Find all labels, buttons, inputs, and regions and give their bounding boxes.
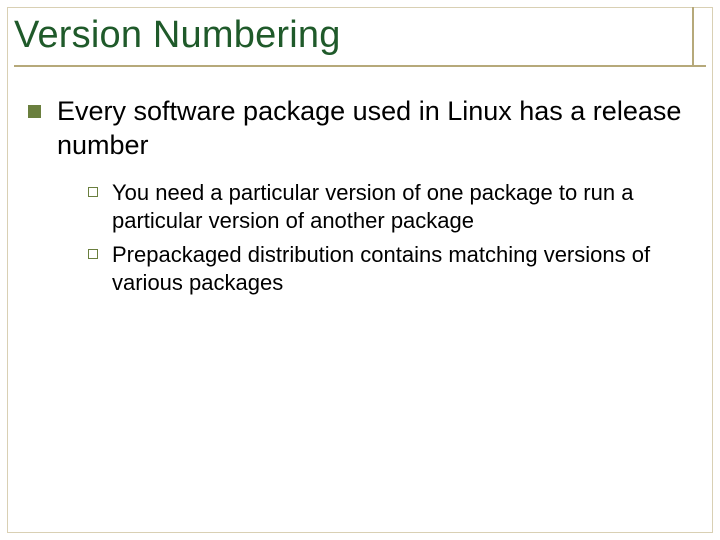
bullet-level2: You need a particular version of one pac…: [88, 179, 686, 235]
hollow-square-bullet-icon: [88, 249, 98, 259]
accent-line-horizontal: [14, 65, 706, 67]
bullet-level1: Every software package used in Linux has…: [28, 95, 686, 163]
content-area: Every software package used in Linux has…: [14, 95, 706, 297]
accent-line-vertical: [692, 7, 694, 67]
sub-bullet-text: You need a particular version of one pac…: [112, 179, 686, 235]
title-region: Version Numbering: [14, 8, 706, 67]
slide-title: Version Numbering: [14, 14, 706, 57]
square-bullet-icon: [28, 105, 41, 118]
bullet-text: Every software package used in Linux has…: [57, 95, 686, 163]
slide: Version Numbering Every software package…: [0, 0, 720, 540]
sub-bullet-text: Prepackaged distribution contains matchi…: [112, 241, 686, 297]
sub-bullet-group: You need a particular version of one pac…: [28, 179, 686, 298]
bullet-level2: Prepackaged distribution contains matchi…: [88, 241, 686, 297]
hollow-square-bullet-icon: [88, 187, 98, 197]
